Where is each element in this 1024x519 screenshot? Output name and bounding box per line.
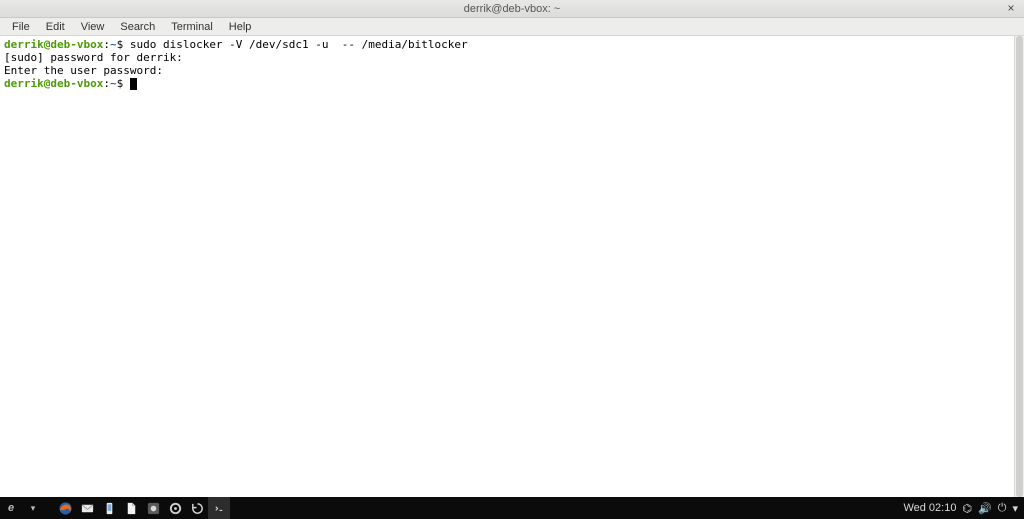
system-tray: Wed 02:10 ⌬ 🔊 ⏻ ▾ xyxy=(897,502,1024,515)
terminal-line: derrik@deb-vbox:~$ xyxy=(4,77,1020,90)
desktop-panel: e ▾ xyxy=(0,497,1024,519)
panel-clock[interactable]: Wed 02:10 xyxy=(903,502,956,514)
gear-icon xyxy=(168,501,183,516)
prompt-path: ~ xyxy=(110,77,117,90)
terminal-scrollbar-thumb[interactable] xyxy=(1016,36,1023,497)
firefox-icon xyxy=(58,501,73,516)
mail-launcher[interactable] xyxy=(76,497,98,519)
prompt-sep: : xyxy=(103,38,110,51)
network-indicator[interactable]: ⌬ xyxy=(962,502,972,515)
terminal-line: derrik@deb-vbox:~$ sudo dislocker -V /de… xyxy=(4,38,1020,51)
sound-indicator[interactable]: 🔊 xyxy=(978,502,992,515)
terminal-icon xyxy=(212,501,227,516)
menu-help[interactable]: Help xyxy=(221,20,260,34)
prompt-sigil: $ xyxy=(117,38,124,51)
window-titlebar[interactable]: derrik@deb-vbox: ~ × xyxy=(0,0,1024,18)
terminal-line: Enter the user password: xyxy=(4,64,1020,77)
taskbar-terminal-window[interactable] xyxy=(208,497,230,519)
settings-launcher[interactable] xyxy=(164,497,186,519)
prompt-user-host: derrik@deb-vbox xyxy=(4,77,103,90)
prompt-user-host: derrik@deb-vbox xyxy=(4,38,103,51)
command-text: sudo dislocker -V /dev/sdc1 -u -- /media… xyxy=(130,38,468,51)
terminal-area[interactable]: derrik@deb-vbox:~$ sudo dislocker -V /de… xyxy=(0,36,1024,497)
chevron-down-icon: ▾ xyxy=(31,503,36,514)
mail-icon xyxy=(80,501,95,516)
app-launcher-1[interactable] xyxy=(142,497,164,519)
app-icon xyxy=(146,501,161,516)
terminal-window: derrik@deb-vbox: ~ × File Edit View Sear… xyxy=(0,0,1024,497)
phone-launcher[interactable] xyxy=(98,497,120,519)
menu-terminal[interactable]: Terminal xyxy=(163,20,221,34)
terminal-cursor xyxy=(130,78,137,90)
firefox-launcher[interactable] xyxy=(54,497,76,519)
prompt-path: ~ xyxy=(110,38,117,51)
panel-separator xyxy=(44,497,54,519)
update-launcher[interactable] xyxy=(186,497,208,519)
prompt-sep: : xyxy=(103,77,110,90)
files-launcher[interactable] xyxy=(120,497,142,519)
budgie-menu-icon: e xyxy=(8,502,14,514)
refresh-icon xyxy=(190,501,205,516)
terminal-line: [sudo] password for derrik: xyxy=(4,51,1020,64)
menu-view[interactable]: View xyxy=(73,20,113,34)
menu-search[interactable]: Search xyxy=(112,20,163,34)
phone-icon xyxy=(102,501,117,516)
window-title: derrik@deb-vbox: ~ xyxy=(464,3,560,15)
menu-edit[interactable]: Edit xyxy=(38,20,73,34)
terminal-scrollbar[interactable] xyxy=(1014,36,1024,497)
prompt-sigil: $ xyxy=(117,77,124,90)
applications-menu-arrow[interactable]: ▾ xyxy=(22,497,44,519)
power-indicator[interactable]: ⏻ xyxy=(998,502,1007,515)
document-icon xyxy=(124,501,139,516)
applications-menu-button[interactable]: e xyxy=(0,497,22,519)
session-indicator[interactable]: ▾ xyxy=(1012,502,1018,515)
menu-file[interactable]: File xyxy=(4,20,38,34)
window-close-button[interactable]: × xyxy=(1004,1,1018,15)
menu-bar: File Edit View Search Terminal Help xyxy=(0,18,1024,36)
